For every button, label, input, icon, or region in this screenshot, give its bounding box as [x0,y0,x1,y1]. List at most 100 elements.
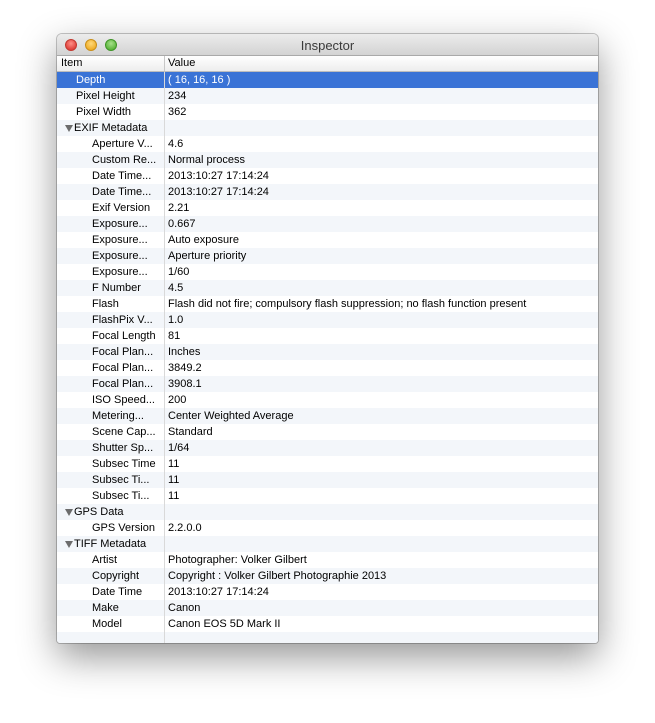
table-row[interactable]: Exposure... Aperture priority [57,248,598,264]
table-row[interactable]: Focal Plan... Inches [57,344,598,360]
table-row[interactable]: Exposure... Auto exposure [57,232,598,248]
row-value: 11 [168,458,180,470]
row-item-label: Model [92,618,122,630]
row-item-label: Focal Plan... [92,378,154,390]
row-item-label: Exposure... [92,234,148,246]
row-item-label: Exposure... [92,250,148,262]
table-row[interactable]: Focal Length 81 [57,328,598,344]
table-row[interactable]: Make Canon [57,600,598,616]
row-item-label: Pixel Width [76,106,132,118]
row-value: Standard [168,426,213,438]
row-item-label: Aperture V... [92,138,153,150]
table-row[interactable]: Date Time... 2013:10:27 17:14:24 [57,168,598,184]
group-row[interactable]: TIFF Metadata [57,536,598,552]
window-title: Inspector [300,38,355,53]
row-value: 2.21 [168,202,190,214]
table-row[interactable]: ISO Speed... 200 [57,392,598,408]
row-value: 3849.2 [168,362,202,374]
row-value: Auto exposure [168,234,239,246]
row-item-label: GPS Version [92,522,155,534]
row-value: ( 16, 16, 16 ) [168,74,231,86]
row-value: 2013:10:27 17:14:24 [168,186,269,198]
row-value: 2013:10:27 17:14:24 [168,170,269,182]
row-value: 2.2.0.0 [168,522,202,534]
row-item-label: Subsec Ti... [92,490,150,502]
row-value: 0.667 [168,218,196,230]
row-item-label: Scene Cap... [92,426,156,438]
table-row[interactable]: Exposure... 0.667 [57,216,598,232]
column-header-value[interactable]: Value [168,57,195,69]
row-item-label: EXIF Metadata [74,122,148,134]
table-row[interactable]: Metering... Center Weighted Average [57,408,598,424]
table-row[interactable]: Shutter Sp... 1/64 [57,440,598,456]
row-item-label: FlashPix V... [92,314,153,326]
table-row[interactable]: Model Canon EOS 5D Mark II [57,616,598,632]
row-value: 81 [168,330,181,342]
row-value: Copyright : Volker Gilbert Photographie … [168,570,387,582]
table-row[interactable]: GPS Version 2.2.0.0 [57,520,598,536]
row-value: 2013:10:27 17:14:24 [168,586,269,598]
row-value: 1.0 [168,314,184,326]
row-item-label: Subsec Ti... [92,474,150,486]
row-value: Aperture priority [168,250,247,262]
table-row[interactable]: Aperture V... 4.6 [57,136,598,152]
row-item-label: ISO Speed... [92,394,155,406]
table-row[interactable]: Pixel Height 234 [57,88,598,104]
title-bar[interactable]: Inspector [57,34,598,56]
row-item-label: Shutter Sp... [92,442,154,454]
metadata-outline-view[interactable]: Depth( 16, 16, 16 ) Pixel Height 234 Pixel … [57,72,598,643]
table-row[interactable]: Copyright Copyright : Volker Gilbert Phot… [57,568,598,584]
row-value: 3908.1 [168,378,202,390]
table-row[interactable]: Artist Photographer: Volker Gilbert [57,552,598,568]
row-item-label: TIFF Metadata [74,538,147,550]
row-value: Flash did not fire; compulsory flash sup… [168,298,527,310]
table-row[interactable]: Focal Plan... 3849.2 [57,360,598,376]
row-value: 362 [168,106,187,118]
row-item-label: Depth [76,74,106,86]
table-row[interactable]: Subsec Time 11 [57,456,598,472]
row-value: 11 [168,474,180,486]
disclosure-triangle-icon[interactable] [65,509,73,516]
row-item-label: Copyright [92,570,140,582]
table-row[interactable]: Custom Re... Normal process [57,152,598,168]
row-value: 200 [168,394,187,406]
table-row[interactable]: Flash Flash did not fire; compulsory flas… [57,296,598,312]
inspector-window: Inspector Item Value Depth ( 16, 16, 16 )… [57,34,598,643]
row-item-label: Date Time... [92,186,152,198]
group-row[interactable]: GPS Data [57,504,598,520]
table-row[interactable]: F Number 4.5 [57,280,598,296]
row-item-label: Exposure... [92,266,148,278]
row-value: 234 [168,90,187,102]
row-value: Inches [168,346,201,358]
row-item-label: Metering... [92,410,144,422]
table-row[interactable]: Date Time 2013:10:27 17:14:24 [57,584,598,600]
column-divider[interactable] [164,56,165,71]
row-item-label: Focal Length [92,330,156,342]
row-item-label: Artist [92,554,118,566]
table-header: Item Value [57,56,598,72]
row-item-label: Make [92,602,119,614]
table-row[interactable]: Pixel Width 362 [57,104,598,120]
table-row[interactable]: Focal Plan... 3908.1 [57,376,598,392]
row-value: 11 [168,490,180,502]
row-item-label: Subsec Time [92,458,156,470]
disclosure-triangle-icon[interactable] [65,541,73,548]
row-item-label: Focal Plan... [92,362,154,374]
table-row[interactable]: Exposure... 1/60 [57,264,598,280]
group-row[interactable]: EXIF Metadata [57,120,598,136]
disclosure-triangle-icon[interactable] [65,125,73,132]
row-value: 4.6 [168,138,184,150]
row-item-label: Pixel Height [76,90,135,102]
table-row[interactable]: Date Time... 2013:10:27 17:14:24 [57,184,598,200]
table-row[interactable]: Subsec Ti... 11 [57,472,598,488]
table-row[interactable]: FlashPix V... 1.0 [57,312,598,328]
row-value: Canon EOS 5D Mark II [168,618,281,630]
row-item-label: Flash [92,298,119,310]
table-row[interactable]: Exif Version 2.21 [57,200,598,216]
row-item-label: Focal Plan... [92,346,154,358]
table-row[interactable]: Subsec Ti... 11 [57,488,598,504]
column-header-item[interactable]: Item [61,57,82,69]
table-row[interactable]: Scene Cap... Standard [57,424,598,440]
empty-row [57,632,598,643]
table-row[interactable]: Depth ( 16, 16, 16 ) [57,72,598,88]
